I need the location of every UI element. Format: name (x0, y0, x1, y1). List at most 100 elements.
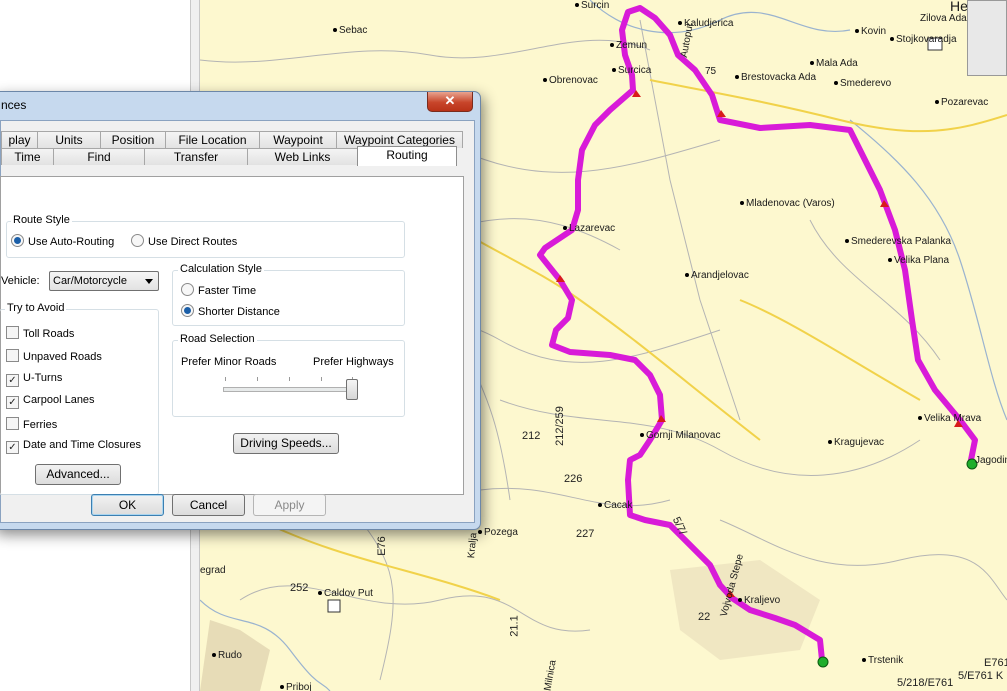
road-number: 22 (698, 611, 711, 623)
tab-label: File Location (178, 133, 247, 147)
tab-file-location[interactable]: File Location (165, 131, 260, 148)
tab-web-links[interactable]: Web Links (247, 148, 358, 165)
carpool-lanes-checkbox[interactable]: ✓ Carpool Lanes (6, 394, 95, 409)
tab-waypoint[interactable]: Waypoint (259, 131, 337, 148)
tab-routing[interactable]: Routing (357, 146, 457, 166)
cancel-button[interactable]: Cancel (172, 494, 245, 516)
route-style-group: Route Style Use Auto-Routing Use Direct … (6, 214, 405, 258)
city-label: Lazarevac (563, 223, 615, 234)
tab-label: Position (111, 133, 155, 147)
city-label: Cacak (598, 500, 632, 511)
road-selection-group: Road Selection Prefer Minor Roads Prefer… (172, 333, 405, 417)
tab-find[interactable]: Find (53, 148, 145, 165)
ok-button[interactable]: OK (91, 494, 164, 516)
direct-routes-radio[interactable]: Use Direct Routes (131, 234, 237, 248)
map-overview-button[interactable] (967, 0, 1007, 76)
dialog-title: nces (1, 98, 27, 112)
date-time-closures-checkbox[interactable]: ✓ Date and Time Closures (6, 439, 141, 454)
vehicle-label: Vehicle: (1, 275, 40, 287)
shorter-distance-radio[interactable]: Shorter Distance (181, 304, 280, 318)
dialog-body: play Units Position File Location Waypoi… (0, 120, 475, 523)
radio-unselected-icon (131, 234, 144, 247)
tab-time[interactable]: Time (1, 148, 54, 165)
advanced-button[interactable]: Advanced... (35, 464, 121, 485)
checkbox-label: Ferries (23, 419, 58, 431)
road-number: 212/259 (553, 406, 566, 446)
tab-transfer[interactable]: Transfer (144, 148, 248, 165)
city-label: Kragujevac (828, 437, 884, 448)
road-number: 252 (290, 582, 309, 594)
checkbox-label: U-Turns (23, 372, 63, 384)
city-label: Smederevo (834, 78, 891, 89)
radio-label: Shorter Distance (198, 306, 280, 318)
radio-unselected-icon (181, 283, 194, 296)
city-label: Jagodina (975, 455, 1007, 466)
checkbox-icon (6, 326, 19, 339)
city-label: Brestovacka Ada (735, 72, 816, 83)
city-label: 75 (705, 66, 717, 77)
radio-label: Use Auto-Routing (28, 236, 115, 248)
tab-label: Transfer (173, 150, 219, 164)
radio-label: Faster Time (198, 285, 257, 297)
road-slider-track[interactable] (223, 387, 355, 392)
road-selection-label: Road Selection (178, 333, 257, 345)
auto-routing-radio[interactable]: Use Auto-Routing (11, 234, 114, 248)
button-label: Cancel (189, 498, 228, 512)
checkbox-label: Carpool Lanes (23, 394, 95, 406)
calculation-style-group: Calculation Style Faster Time Shorter Di… (172, 263, 405, 326)
city-label: He (950, 0, 968, 14)
radio-label: Use Direct Routes (148, 236, 238, 248)
road-number: 212 (522, 430, 541, 442)
ferries-checkbox[interactable]: Ferries (6, 417, 57, 431)
close-button[interactable]: ✕ (427, 92, 473, 112)
checkbox-icon (6, 349, 19, 362)
tab-label: Waypoint (273, 133, 323, 147)
city-label: Obrenovac (543, 75, 598, 86)
road-number: 227 (576, 528, 595, 540)
try-to-avoid-group: Try to Avoid Toll Roads Unpaved Roads ✓ U… (0, 302, 159, 495)
checkmark-icon: ✓ (6, 396, 19, 409)
tab-units[interactable]: Units (37, 131, 101, 148)
route-style-label: Route Style (11, 214, 72, 226)
checkbox-label: Toll Roads (23, 328, 75, 340)
faster-time-radio[interactable]: Faster Time (181, 283, 256, 297)
city-label: Velika Plana (888, 255, 949, 266)
city-label: Sebac (333, 25, 367, 36)
checkbox-label: Date and Time Closures (23, 439, 141, 451)
city-label: Kralja (466, 532, 480, 559)
city-label: Mladenovac (Varos) (740, 198, 835, 209)
driving-speeds-button[interactable]: Driving Speeds... (233, 433, 339, 454)
tab-label: Time (14, 150, 41, 164)
city-label: Gornji Milanovac (640, 430, 720, 441)
city-label: Kraljevo (738, 595, 780, 606)
checkbox-label: Unpaved Roads (23, 351, 102, 363)
city-label: egrad (200, 565, 226, 576)
tab-label: Units (55, 133, 83, 147)
road-number: 5/218/E761 (897, 677, 954, 689)
preferences-dialog: nces ✕ play Units Position File Location… (0, 91, 481, 530)
tab-position[interactable]: Position (100, 131, 166, 148)
city-label: Pozarevac (935, 97, 988, 108)
chevron-down-icon (145, 279, 153, 284)
checkmark-icon: ✓ (6, 441, 19, 454)
city-label: Mala Ada (810, 58, 858, 69)
unpaved-roads-checkbox[interactable]: Unpaved Roads (6, 349, 102, 363)
tab-label: Find (87, 150, 111, 164)
tab-label: play (8, 133, 31, 147)
close-icon: ✕ (444, 93, 456, 108)
u-turns-checkbox[interactable]: ✓ U-Turns (6, 372, 62, 387)
city-label: Smederevska Palanka (845, 236, 951, 247)
city-label: Caldov Put (318, 588, 373, 599)
tab-label: Routing (386, 148, 428, 162)
road-slider-thumb[interactable] (346, 379, 358, 400)
vehicle-select[interactable]: Car/Motorcycle (49, 271, 159, 291)
button-label: Apply (274, 498, 305, 512)
radio-selected-icon (11, 234, 24, 247)
road-slider-ticks (225, 377, 353, 382)
toll-roads-checkbox[interactable]: Toll Roads (6, 326, 74, 340)
button-label: OK (118, 498, 137, 512)
tab-display[interactable]: play (1, 131, 38, 148)
city-label: Rudo (212, 650, 242, 661)
apply-button[interactable]: Apply (253, 494, 326, 516)
checkbox-icon (6, 417, 19, 430)
